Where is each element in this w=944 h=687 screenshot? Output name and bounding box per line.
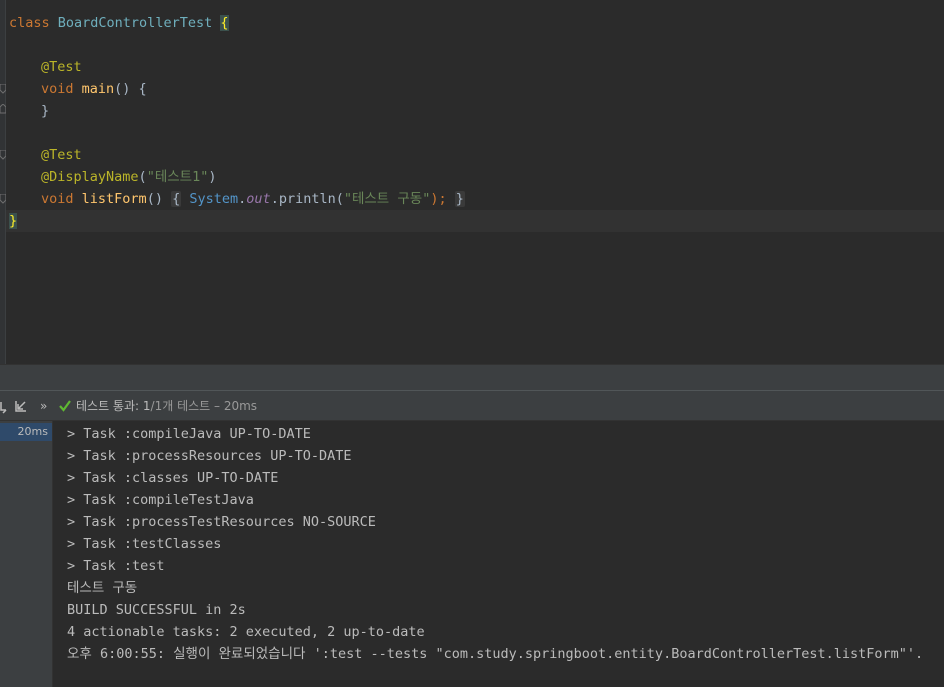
class-name: System: [189, 191, 239, 207]
test-status: 테스트 통과: 1/1개 테스트 – 20ms: [76, 391, 257, 421]
editor-gutter[interactable]: [0, 0, 6, 364]
class-name: BoardControllerTest: [57, 15, 213, 31]
more-chevron-icon[interactable]: »: [40, 391, 47, 421]
code-text: .println(: [270, 191, 344, 207]
static-field: out: [246, 191, 271, 207]
code-line: @DisplayName("테스트1"): [41, 166, 216, 188]
console-line: > Task :compileJava UP-TO-DATE: [67, 426, 311, 442]
method-name: listForm: [81, 191, 147, 207]
console-line: > Task :compileTestJava: [67, 492, 254, 508]
status-label: 테스트 통과:: [76, 399, 140, 413]
brace: {: [220, 15, 229, 31]
console-line: 오후 6:00:55: 실행이 완료되었습니다 ':test --tests "…: [67, 646, 924, 662]
keyword: void: [41, 81, 74, 97]
code-line: }: [9, 210, 18, 232]
current-line-highlight: [6, 210, 944, 232]
code-line: void listForm() { System.out.println("테스…: [41, 188, 465, 210]
console-line: > Task :processTestResources NO-SOURCE: [67, 514, 376, 530]
fold-marker-icon[interactable]: [0, 84, 6, 94]
console-line: 테스트 구동: [67, 580, 138, 596]
check-icon: [58, 391, 72, 421]
keyword: class: [9, 15, 50, 31]
fold-marker-icon[interactable]: [0, 194, 6, 204]
folded-brace[interactable]: {: [171, 191, 182, 207]
code-line: }: [41, 100, 49, 122]
status-detail: /1개 테스트 – 20ms: [150, 399, 258, 413]
code-text: (): [146, 191, 163, 207]
string-literal: "테스트1": [146, 169, 209, 185]
fold-marker-icon[interactable]: [0, 150, 6, 160]
console-line: > Task :test: [67, 558, 165, 574]
code-line: @Test: [41, 56, 82, 78]
code-line: class BoardControllerTest {: [9, 12, 229, 34]
console-line: > Task :testClasses: [67, 536, 222, 552]
console-output[interactable]: > Task :compileJava UP-TO-DATE > Task :p…: [53, 421, 944, 687]
console-line: > Task :classes UP-TO-DATE: [67, 470, 279, 486]
test-tree[interactable]: 20ms: [0, 421, 53, 687]
code-text: () {: [114, 81, 147, 97]
status-count: 1: [142, 399, 151, 413]
string-literal: "테스트 구동": [343, 191, 431, 207]
annotation: @Test: [41, 59, 82, 75]
folded-brace[interactable]: }: [454, 191, 465, 207]
rerun-failed-icon[interactable]: [0, 391, 8, 421]
brace: }: [9, 213, 18, 229]
fold-marker-icon[interactable]: [0, 104, 6, 114]
annotation: @Test: [41, 147, 82, 163]
code-editor[interactable]: class BoardControllerTest { @Test void m…: [0, 0, 944, 364]
keyword: void: [41, 191, 74, 207]
test-duration: 20ms: [17, 425, 48, 438]
run-toolbar: » 테스트 통과: 1/1개 테스트 – 20ms: [0, 391, 944, 421]
code-line: void main() {: [41, 78, 147, 100]
console-line: > Task :processResources UP-TO-DATE: [67, 448, 352, 464]
panel-divider[interactable]: [0, 364, 944, 391]
code-text: );: [430, 191, 447, 207]
annotation: @DisplayName: [41, 169, 139, 185]
method-name: main: [81, 81, 115, 97]
brace: }: [41, 103, 50, 119]
console-line: BUILD SUCCESSFUL in 2s: [67, 602, 246, 618]
code-text: ): [208, 169, 217, 185]
code-line: @Test: [41, 144, 82, 166]
collapse-icon[interactable]: [13, 391, 27, 421]
console-line: 4 actionable tasks: 2 executed, 2 up-to-…: [67, 624, 425, 640]
test-tree-row[interactable]: 20ms: [0, 423, 52, 441]
code-text: (: [138, 169, 147, 185]
